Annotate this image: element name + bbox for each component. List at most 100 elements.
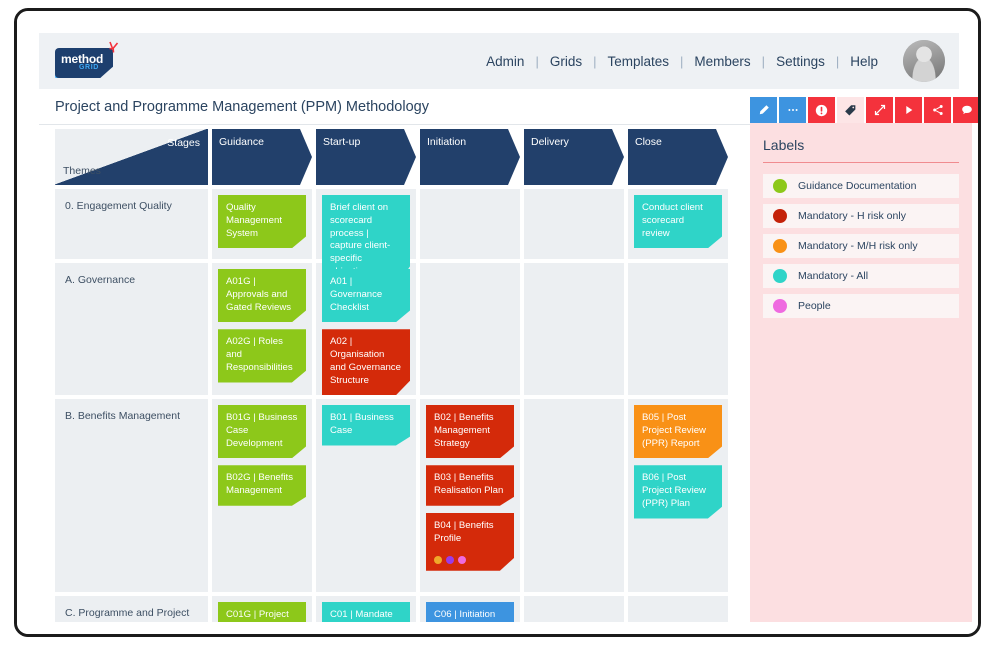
top-bar: method GRID Admin | Grids | Templates | … bbox=[39, 33, 959, 89]
grid-card[interactable]: A02 | Organisation and Governance Struct… bbox=[322, 329, 410, 396]
play-button[interactable] bbox=[895, 97, 922, 123]
nav-item-templates[interactable]: Templates bbox=[596, 54, 680, 69]
info-button[interactable] bbox=[808, 97, 835, 123]
nav-item-members[interactable]: Members bbox=[683, 54, 761, 69]
grid-cell[interactable]: C01 | Mandate bbox=[316, 596, 416, 622]
grid-card[interactable]: Quality Management System bbox=[218, 195, 306, 249]
nav-item-grids[interactable]: Grids bbox=[539, 54, 593, 69]
grid-cell[interactable] bbox=[524, 263, 624, 395]
methodology-grid: Stages Themes Guidance Start-up Initiati… bbox=[55, 129, 735, 622]
card-title: B02 | Benefits Management Strategy bbox=[434, 412, 494, 449]
edit-button[interactable] bbox=[750, 97, 777, 123]
expand-button[interactable] bbox=[866, 97, 893, 123]
label-list-item[interactable]: Mandatory - H risk only bbox=[763, 204, 959, 228]
stage-header-guidance[interactable]: Guidance bbox=[212, 129, 312, 185]
theme-label: B. Benefits Management bbox=[65, 410, 180, 422]
label-list-item[interactable]: Mandatory - All bbox=[763, 264, 959, 288]
grid-header-row: Stages Themes Guidance Start-up Initiati… bbox=[55, 129, 735, 185]
labels-list: Guidance Documentation Mandatory - H risk… bbox=[763, 174, 959, 318]
card-title: Brief client on scorecard process | capt… bbox=[330, 202, 391, 277]
device-frame: method GRID Admin | Grids | Templates | … bbox=[14, 8, 981, 637]
grid-card[interactable]: B05 | Post Project Review (PPR) Report bbox=[634, 405, 722, 459]
more-button[interactable] bbox=[779, 97, 806, 123]
card-title: B02G | Benefits Management bbox=[226, 472, 294, 496]
grid-card[interactable]: B02G | Benefits Management bbox=[218, 465, 306, 506]
grid-cell[interactable]: B05 | Post Project Review (PPR) Report B0… bbox=[628, 399, 728, 592]
label-list-item[interactable]: Guidance Documentation bbox=[763, 174, 959, 198]
nav-item-help[interactable]: Help bbox=[839, 54, 889, 69]
grid-card[interactable]: B03 | Benefits Realisation Plan bbox=[426, 465, 514, 506]
grid-card[interactable]: C01G | Project and Programme bbox=[218, 602, 306, 622]
nav-item-settings[interactable]: Settings bbox=[765, 54, 836, 69]
card-title: B03 | Benefits Realisation Plan bbox=[434, 472, 504, 496]
grid-cell[interactable]: Conduct client scorecard review bbox=[628, 189, 728, 259]
grid-cell[interactable]: Brief client on scorecard process | capt… bbox=[316, 189, 416, 287]
grid-card[interactable]: A02G | Roles and Responsibilities bbox=[218, 329, 306, 383]
theme-label: C. Programme and Project Management bbox=[65, 607, 190, 622]
avatar[interactable] bbox=[903, 40, 945, 82]
grid-card[interactable]: B02 | Benefits Management Strategy bbox=[426, 405, 514, 459]
avatar-image bbox=[903, 40, 945, 82]
grid-card[interactable]: B06 | Post Project Review (PPR) Plan bbox=[634, 465, 722, 519]
app-logo[interactable]: method GRID bbox=[55, 41, 125, 80]
grid-cell[interactable] bbox=[524, 399, 624, 592]
card-title: B06 | Post Project Review (PPR) Plan bbox=[642, 472, 706, 509]
grid-cell[interactable]: B01G | Business Case Development B02G | B… bbox=[212, 399, 312, 592]
card-title: Quality Management System bbox=[226, 202, 282, 239]
label-dot-purple bbox=[446, 555, 454, 564]
card-title: B05 | Post Project Review (PPR) Report bbox=[642, 412, 706, 449]
card-title: C01G | Project and Programme bbox=[226, 609, 295, 622]
card-title: A01 | Governance Checklist bbox=[330, 276, 383, 313]
grid-card[interactable]: B01 | Business Case bbox=[322, 405, 410, 446]
label-color-dot bbox=[773, 179, 787, 193]
card-title: B01 | Business Case bbox=[330, 412, 394, 436]
grid-cell[interactable] bbox=[420, 189, 520, 259]
grid-cell[interactable]: A01 | Governance Checklist A02 | Organisa… bbox=[316, 263, 416, 396]
page-title: Project and Programme Management (PPM) M… bbox=[55, 98, 429, 115]
grid-cell[interactable]: B02 | Benefits Management Strategy B03 | … bbox=[420, 399, 520, 592]
grid-card[interactable]: B04 | Benefits Profile bbox=[426, 512, 514, 571]
grid-card[interactable]: B01G | Business Case Development bbox=[218, 405, 306, 459]
stage-label: Initiation bbox=[427, 136, 467, 148]
labels-button[interactable] bbox=[837, 97, 864, 123]
stage-header-close[interactable]: Close bbox=[628, 129, 728, 185]
label-dot-magenta bbox=[458, 555, 466, 564]
grid-rows: 0. Engagement Quality Quality Management … bbox=[55, 189, 735, 622]
grid-row: C. Programme and Project Management C01G … bbox=[55, 596, 735, 622]
label-dot-amber bbox=[434, 555, 442, 564]
label-list-item[interactable]: People bbox=[763, 294, 959, 318]
labels-panel: Labels Guidance Documentation Mandatory -… bbox=[750, 123, 972, 622]
comment-button[interactable] bbox=[953, 97, 978, 123]
grid-cell[interactable]: B01 | Business Case bbox=[316, 399, 416, 592]
grid-card[interactable]: Conduct client scorecard review bbox=[634, 195, 722, 249]
grid-cell[interactable]: C06 | Initiation Document (PID) bbox=[420, 596, 520, 622]
grid-toolbar bbox=[750, 97, 978, 123]
grid-card[interactable]: C01 | Mandate bbox=[322, 602, 410, 622]
card-title: A01G | Approvals and Gated Reviews bbox=[226, 276, 292, 313]
stage-header-start-up[interactable]: Start-up bbox=[316, 129, 416, 185]
grid-card[interactable]: A01G | Approvals and Gated Reviews bbox=[218, 269, 306, 323]
nav-item-admin[interactable]: Admin bbox=[475, 54, 535, 69]
grid-card[interactable]: A01 | Governance Checklist bbox=[322, 269, 410, 323]
stage-header-initiation[interactable]: Initiation bbox=[420, 129, 520, 185]
grid-cell[interactable]: A01G | Approvals and Gated Reviews A02G |… bbox=[212, 263, 312, 395]
grid-row: 0. Engagement Quality Quality Management … bbox=[55, 189, 735, 287]
grid-cell[interactable] bbox=[420, 263, 520, 395]
grid-cell[interactable] bbox=[524, 189, 624, 259]
expand-arrows-icon bbox=[874, 104, 886, 116]
stage-label: Delivery bbox=[531, 136, 569, 148]
card-label-dots bbox=[434, 555, 466, 564]
stage-header-delivery[interactable]: Delivery bbox=[524, 129, 624, 185]
label-list-item[interactable]: Mandatory - M/H risk only bbox=[763, 234, 959, 258]
grid-corner-cell: Stages Themes bbox=[55, 129, 208, 185]
grid-cell[interactable] bbox=[628, 596, 728, 622]
grid-cell[interactable] bbox=[628, 263, 728, 395]
themes-axis-label: Themes bbox=[63, 165, 101, 177]
grid-cell[interactable] bbox=[524, 596, 624, 622]
card-title: Conduct client scorecard review bbox=[642, 202, 703, 239]
grid-card[interactable]: C06 | Initiation Document (PID) bbox=[426, 602, 514, 622]
grid-cell[interactable]: Quality Management System bbox=[212, 189, 312, 259]
share-button[interactable] bbox=[924, 97, 951, 123]
label-color-dot bbox=[773, 299, 787, 313]
grid-cell[interactable]: C01G | Project and Programme bbox=[212, 596, 312, 622]
